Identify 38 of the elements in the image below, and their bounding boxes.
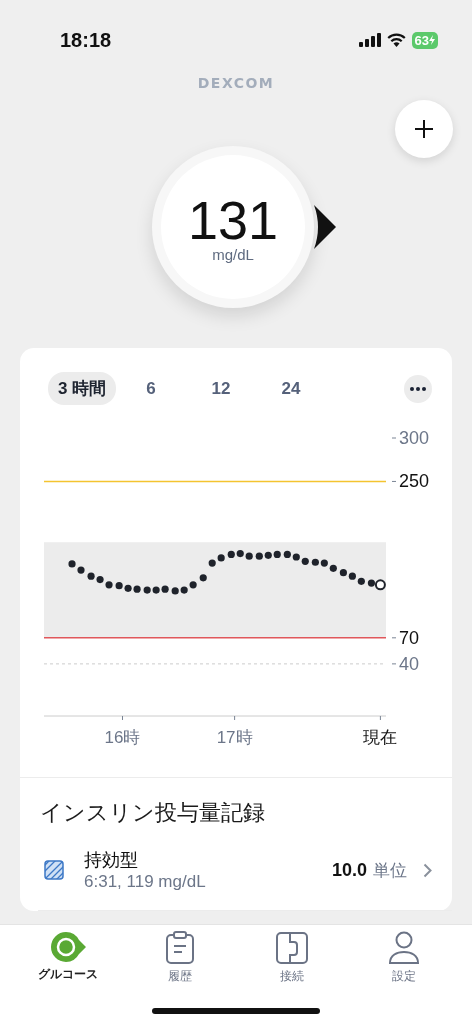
y-axis-label: 300	[399, 428, 430, 448]
add-button[interactable]	[395, 100, 453, 158]
wifi-icon	[386, 33, 406, 47]
connector-icon	[275, 931, 309, 965]
x-axis-label: 現在	[363, 728, 398, 747]
clipboard-icon	[164, 931, 196, 965]
glucose-value: 131	[187, 191, 279, 248]
y-axis-label: 70	[399, 627, 420, 648]
y-axis-label: 40	[399, 653, 420, 674]
time-range-tab[interactable]: 3 時間	[48, 372, 116, 405]
insulin-detail: 6:31, 119 mg/dL	[84, 872, 207, 892]
nav-tab[interactable]: 設定	[348, 931, 460, 993]
glucose-unit: mg/dL	[212, 245, 254, 263]
signal-icon	[358, 33, 381, 47]
nav-tab[interactable]: 接続	[236, 931, 348, 993]
person-icon	[388, 931, 420, 965]
more-button[interactable]	[404, 374, 432, 403]
plus-icon	[414, 119, 434, 139]
insulin-type: 持効型	[84, 849, 139, 872]
hatched-square-icon	[44, 860, 64, 880]
y-axis-label: 250	[399, 471, 430, 492]
time-range-tab[interactable]: 12	[186, 373, 256, 404]
chevron-right-icon	[423, 862, 432, 878]
insulin-amount: 10.0	[331, 859, 367, 881]
status-time: 18:18	[60, 28, 112, 52]
more-icon	[410, 386, 426, 391]
battery-icon: 63	[411, 31, 438, 49]
nav-tab[interactable]: 履歴	[124, 931, 236, 993]
insulin-unit: 単位	[373, 859, 407, 882]
time-range-tab[interactable]: 24	[256, 373, 326, 404]
logo: DEXCOM	[197, 75, 275, 91]
section-title: インスリン投与量記録	[39, 799, 266, 827]
time-range-tab[interactable]: 6	[116, 373, 186, 404]
x-axis-label: 16時	[104, 728, 141, 747]
nav-tab[interactable]: グルコース	[12, 931, 124, 993]
insulin-entry-row[interactable]: 持効型 6:31, 119 mg/dL 10.0 単位	[20, 828, 452, 900]
trend-arrow-icon	[314, 205, 336, 249]
x-axis-label: 17時	[216, 728, 253, 747]
